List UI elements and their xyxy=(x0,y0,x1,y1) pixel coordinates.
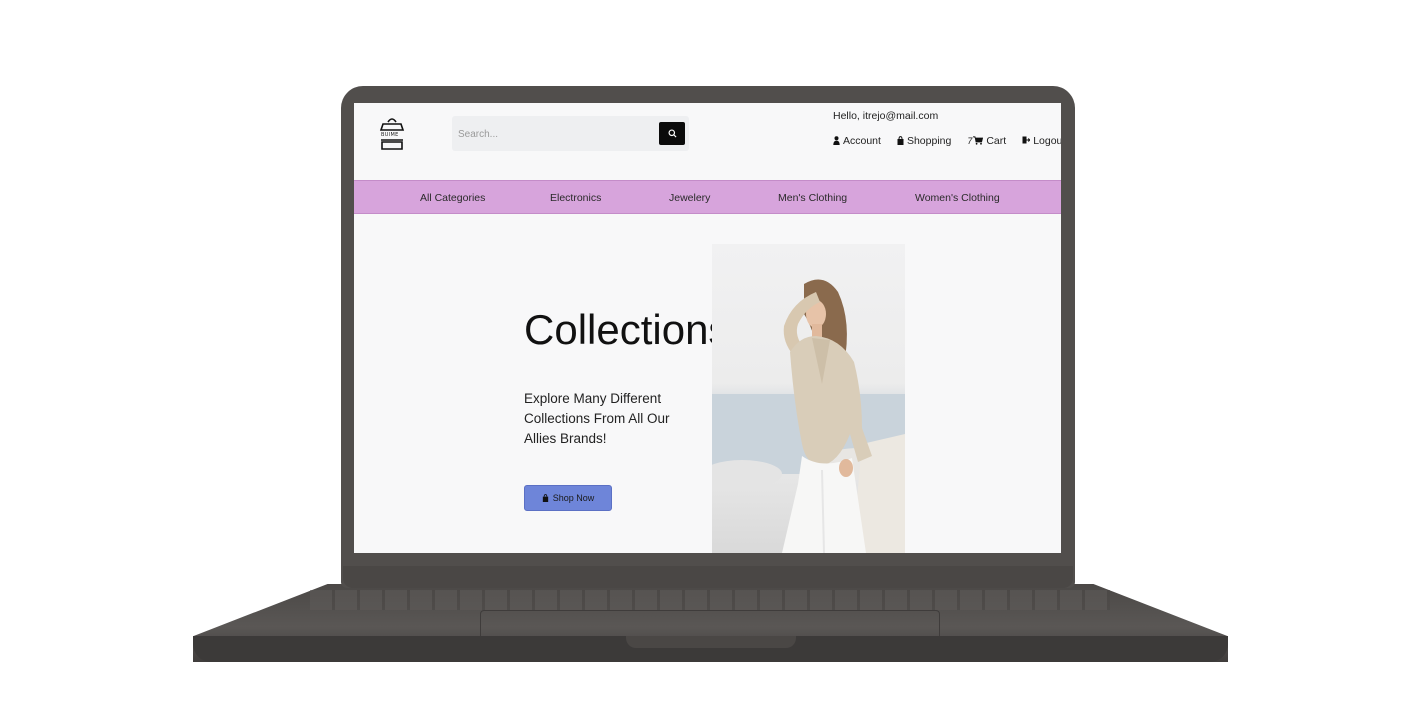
laptop-bezel-bottom xyxy=(343,566,1073,588)
search-button[interactable] xyxy=(659,122,685,145)
cart-link[interactable]: 7 Cart xyxy=(967,135,1006,147)
account-label: Account xyxy=(843,135,881,147)
logout-label: Logout xyxy=(1033,135,1061,147)
cart-icon xyxy=(973,135,984,147)
category-nav: All Categories Electronics Jewelery Men'… xyxy=(354,180,1061,214)
bag-icon xyxy=(897,135,904,147)
user-nav: Account Shopping 7 Cart Logout xyxy=(833,135,1061,147)
hero-model-image xyxy=(712,244,905,553)
logout-icon xyxy=(1022,136,1031,146)
category-electronics[interactable]: Electronics xyxy=(550,192,601,204)
category-womens-clothing[interactable]: Women's Clothing xyxy=(915,192,1000,204)
laptop-notch xyxy=(626,636,796,648)
account-link[interactable]: Account xyxy=(833,135,881,147)
laptop-keyboard xyxy=(310,590,1110,610)
category-all[interactable]: All Categories xyxy=(420,192,485,204)
shopping-label: Shopping xyxy=(906,135,952,147)
laptop-mockup: BUIME Hello, itrejo@mail.com Account xyxy=(0,0,1422,711)
model-photo xyxy=(712,279,905,553)
shop-now-label: Shop Now xyxy=(552,493,595,503)
laptop-trackpad xyxy=(480,610,940,636)
search-bar xyxy=(452,116,689,151)
shopping-link[interactable]: Shopping xyxy=(897,135,951,147)
category-jewelery[interactable]: Jewelery xyxy=(669,192,710,204)
user-icon xyxy=(833,135,840,147)
bag-icon xyxy=(542,494,548,502)
category-mens-clothing[interactable]: Men's Clothing xyxy=(778,192,847,204)
user-greeting: Hello, itrejo@mail.com xyxy=(833,110,939,122)
search-input[interactable] xyxy=(458,124,648,144)
shop-now-button[interactable]: Shop Now xyxy=(524,485,612,511)
cart-label: Cart xyxy=(986,135,1007,147)
screen: BUIME Hello, itrejo@mail.com Account xyxy=(354,103,1061,553)
logout-link[interactable]: Logout xyxy=(1022,135,1061,147)
logo-text: BUIME xyxy=(381,132,399,138)
hero-title: Collections xyxy=(524,306,730,353)
cart-count: 7 xyxy=(967,136,973,146)
hero-subtitle: Explore Many Different Collections From … xyxy=(524,391,670,446)
search-icon xyxy=(667,129,677,138)
